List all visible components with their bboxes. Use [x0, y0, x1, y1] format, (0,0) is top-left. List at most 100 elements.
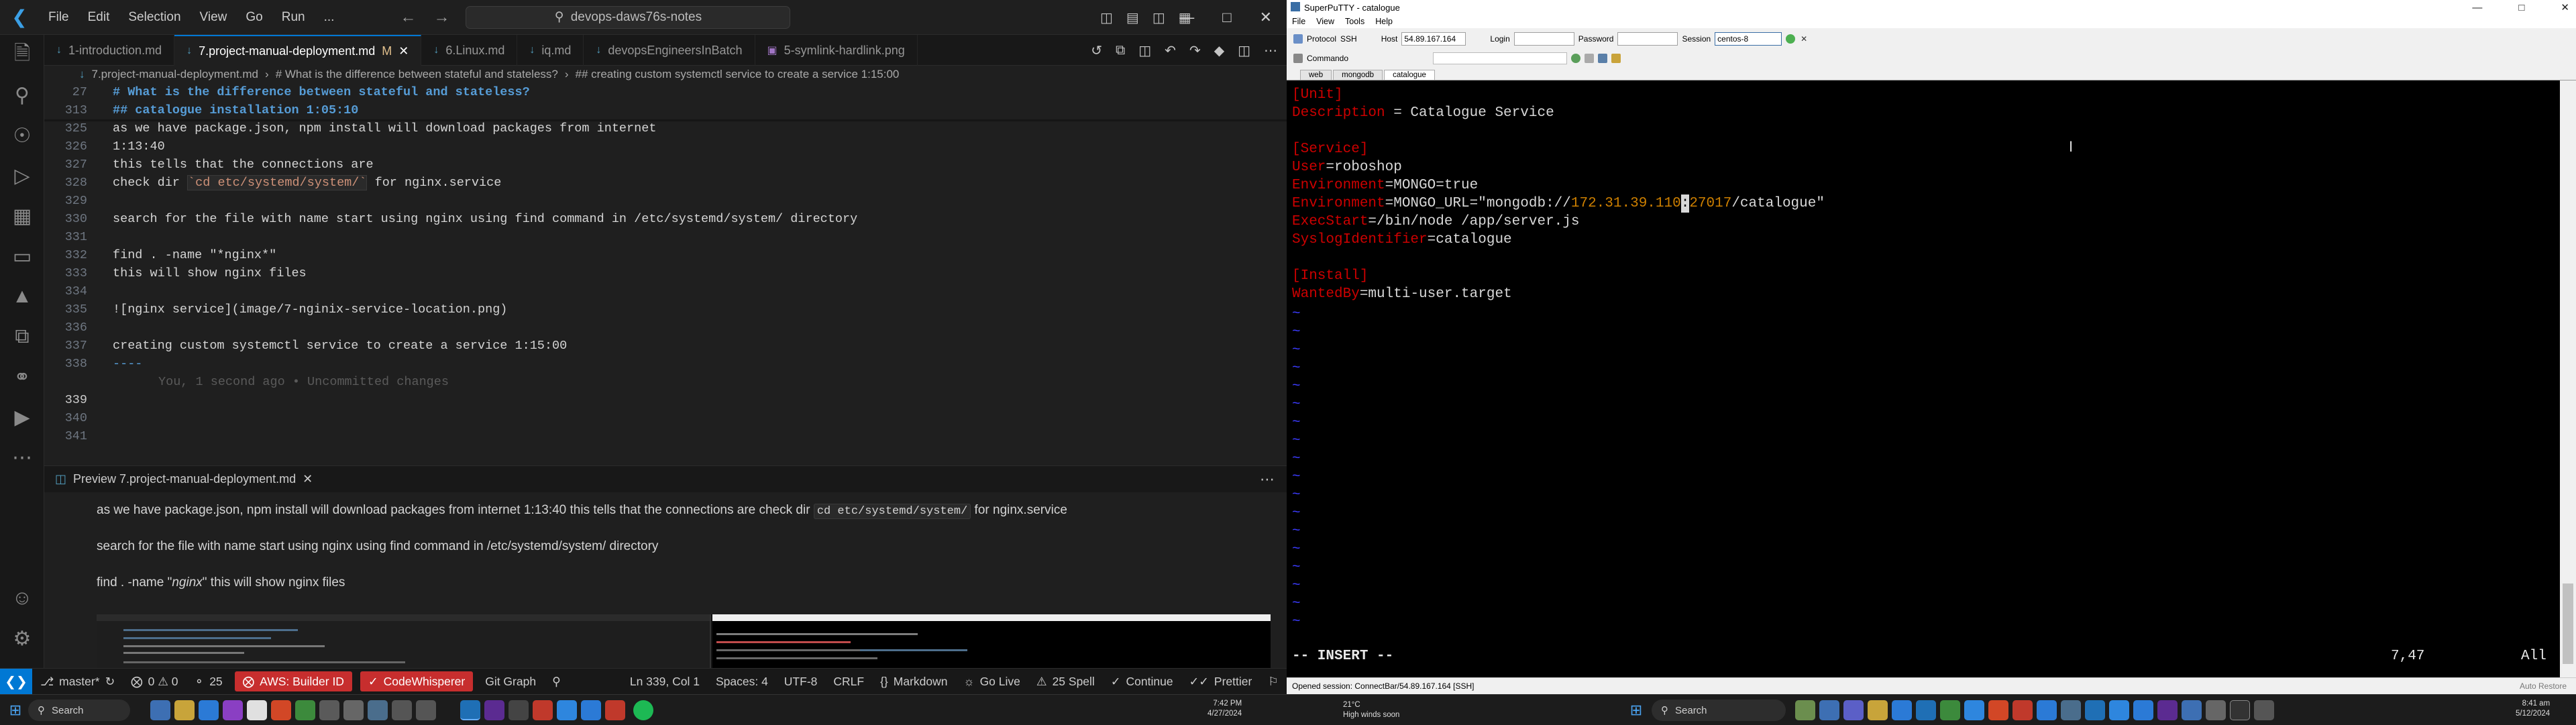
app-icon-9[interactable]: [368, 700, 388, 720]
close-icon[interactable]: ✕: [2561, 1, 2569, 13]
tab-preview[interactable]: ◫ Preview 7.project-manual-deployment.md…: [44, 466, 323, 493]
spotify-app-icon[interactable]: [633, 700, 653, 720]
app-icon-14[interactable]: [508, 700, 529, 720]
minimize-icon[interactable]: —: [2472, 2, 2482, 13]
tab-devops-engineers-in-batch[interactable]: ↓ devopsEngineersInBatch: [584, 35, 755, 66]
git-graph-button[interactable]: Git Graph: [477, 669, 544, 695]
sticky-scroll-line[interactable]: 27 # What is the difference between state…: [44, 83, 1287, 101]
breadcrumb-heading-2[interactable]: ## creating custom systemctl service to …: [576, 68, 900, 81]
explorer-icon[interactable]: 🗎: [0, 35, 44, 75]
git-blame-annotation[interactable]: You, 1 second ago • Uncommitted changes: [44, 373, 1287, 391]
menu-run[interactable]: Run: [272, 0, 315, 35]
spell-check[interactable]: ⚠ 25 Spell: [1028, 669, 1103, 695]
app-icon-r5[interactable]: [1892, 700, 1912, 720]
menu-selection[interactable]: Selection: [119, 0, 190, 35]
menu-more[interactable]: ...: [315, 0, 344, 35]
session-select[interactable]: [1715, 32, 1782, 46]
tab-1-introduction[interactable]: ↓ 1-introduction.md: [44, 35, 175, 66]
commands-input[interactable]: [1433, 52, 1568, 64]
forward-arrow-icon[interactable]: →: [433, 8, 449, 27]
tab-6-linux[interactable]: ↓ 6.Linux.md: [421, 35, 518, 66]
codewhisperer-badge[interactable]: ✓ CodeWhisperer: [360, 671, 474, 691]
app-icon-r10[interactable]: [2012, 700, 2033, 720]
menu-help[interactable]: Help: [1370, 15, 1398, 28]
terminal-app-icon[interactable]: [319, 700, 339, 720]
timeline-icon[interactable]: ↺: [1091, 42, 1102, 59]
code-line[interactable]: 339: [44, 391, 1287, 409]
menu-view[interactable]: View: [191, 0, 237, 35]
remote-explorer-icon[interactable]: ▭: [0, 236, 44, 276]
app-icon-r4[interactable]: [1868, 700, 1888, 720]
settings-gear-icon[interactable]: ⚙: [0, 618, 44, 659]
more-actions-icon[interactable]: ⋯: [1260, 466, 1275, 493]
zoom-icon[interactable]: ⚲: [544, 669, 569, 695]
code-line[interactable]: 327 this tells that the connections are: [44, 156, 1287, 174]
problems-indicator[interactable]: ⨂ 0 ⚠ 0: [123, 669, 186, 695]
clock-left[interactable]: 7:42 PM 4/27/2024: [1208, 699, 1242, 719]
git-graph-icon[interactable]: ⚭: [0, 357, 44, 397]
mail-app-icon[interactable]: [247, 700, 267, 720]
tab-5-symlink-hardlink[interactable]: ▣ 5-symlink-hardlink.png: [755, 35, 918, 66]
app-icon-8[interactable]: [343, 700, 364, 720]
folder-icon[interactable]: [1611, 54, 1621, 63]
session-tab-catalogue[interactable]: catalogue: [1384, 70, 1435, 80]
source-control-icon[interactable]: ☉: [0, 115, 44, 156]
git-branch[interactable]: ⎇ master* ↻: [32, 669, 123, 695]
session-tab-mongodb[interactable]: mongodb: [1333, 70, 1383, 80]
code-line[interactable]: 325 as we have package.json, npm install …: [44, 119, 1287, 137]
breadcrumb-heading-1[interactable]: # What is the difference between statefu…: [276, 68, 558, 81]
app-icon-r9[interactable]: [1988, 700, 2008, 720]
code-line[interactable]: 331: [44, 228, 1287, 246]
app-icon-r17[interactable]: [2182, 700, 2202, 720]
host-input[interactable]: [1401, 32, 1466, 46]
code-line[interactable]: 328 check dir `cd etc/systemd/system/` fo…: [44, 174, 1287, 192]
go-forward-change-icon[interactable]: ↷: [1189, 42, 1201, 59]
windows-start-icon[interactable]: ⊞: [5, 700, 25, 720]
protocol-select[interactable]: SSH: [1340, 34, 1357, 44]
app-icon-r7[interactable]: [1940, 700, 1960, 720]
code-line[interactable]: 340: [44, 409, 1287, 427]
aws-builder-id-badge[interactable]: ⨂ AWS: Builder ID: [234, 671, 352, 691]
more-actions-icon[interactable]: ⋯: [1264, 42, 1277, 59]
vscode-app-icon[interactable]: [460, 700, 480, 720]
send-command-icon[interactable]: [1571, 54, 1581, 63]
notifications-bell-icon[interactable]: ⚐: [1260, 669, 1287, 695]
code-editor[interactable]: 27 # What is the difference between state…: [44, 83, 1287, 465]
office-app-icon[interactable]: [271, 700, 291, 720]
encoding[interactable]: UTF-8: [776, 669, 826, 695]
menu-file[interactable]: File: [39, 0, 78, 35]
search-view-icon[interactable]: ⚲: [0, 75, 44, 115]
breadcrumb-file[interactable]: 7.project-manual-deployment.md: [92, 68, 259, 81]
app-icon-18[interactable]: [605, 700, 625, 720]
app-icon-r3[interactable]: [1843, 700, 1864, 720]
code-line[interactable]: 335 ![nginx service](image/7-nginix-servi…: [44, 300, 1287, 319]
tab-7-project-manual-deployment[interactable]: ↓ 7.project-manual-deployment.md M ✕: [174, 35, 422, 66]
windows-start-icon[interactable]: ⊞: [1626, 700, 1646, 720]
test-icon[interactable]: ▶: [0, 397, 44, 437]
app-icon-r1[interactable]: [1795, 700, 1815, 720]
code-line[interactable]: 336: [44, 319, 1287, 337]
toggle-secondary-sidebar-icon[interactable]: ◫: [1152, 9, 1165, 26]
terminal[interactable]: [Unit] Description = Catalogue Service [Se…: [1287, 80, 2576, 677]
weather-widget[interactable]: 21°C High winds soon: [1343, 700, 1399, 720]
code-line[interactable]: 333 this will show nginx files: [44, 264, 1287, 282]
command-center-search[interactable]: ⚲ devops-daws76s-notes: [466, 5, 791, 29]
app-icon-r11[interactable]: [2037, 700, 2057, 720]
maximize-icon[interactable]: □: [1222, 9, 1231, 26]
app-icon-r12[interactable]: [2061, 700, 2081, 720]
menu-view[interactable]: View: [1311, 15, 1340, 28]
log-icon[interactable]: [1598, 54, 1608, 63]
app-icon-r13[interactable]: [2085, 700, 2105, 720]
terminal-scrollbar[interactable]: [2560, 80, 2576, 677]
indentation[interactable]: Spaces: 4: [708, 669, 776, 695]
app-icon-17[interactable]: [581, 700, 601, 720]
clock-right[interactable]: 8:41 am 5/12/2024: [2516, 699, 2550, 719]
menu-edit[interactable]: Edit: [78, 0, 119, 35]
settings-icon[interactable]: [1585, 54, 1595, 63]
menu-file[interactable]: File: [1287, 15, 1311, 28]
app-icon-r20[interactable]: [2254, 700, 2274, 720]
back-arrow-icon[interactable]: ←: [400, 8, 416, 27]
copy-icon[interactable]: ⧉: [0, 317, 44, 357]
task-view-icon[interactable]: [150, 700, 170, 720]
app-icon-r16[interactable]: [2157, 700, 2178, 720]
